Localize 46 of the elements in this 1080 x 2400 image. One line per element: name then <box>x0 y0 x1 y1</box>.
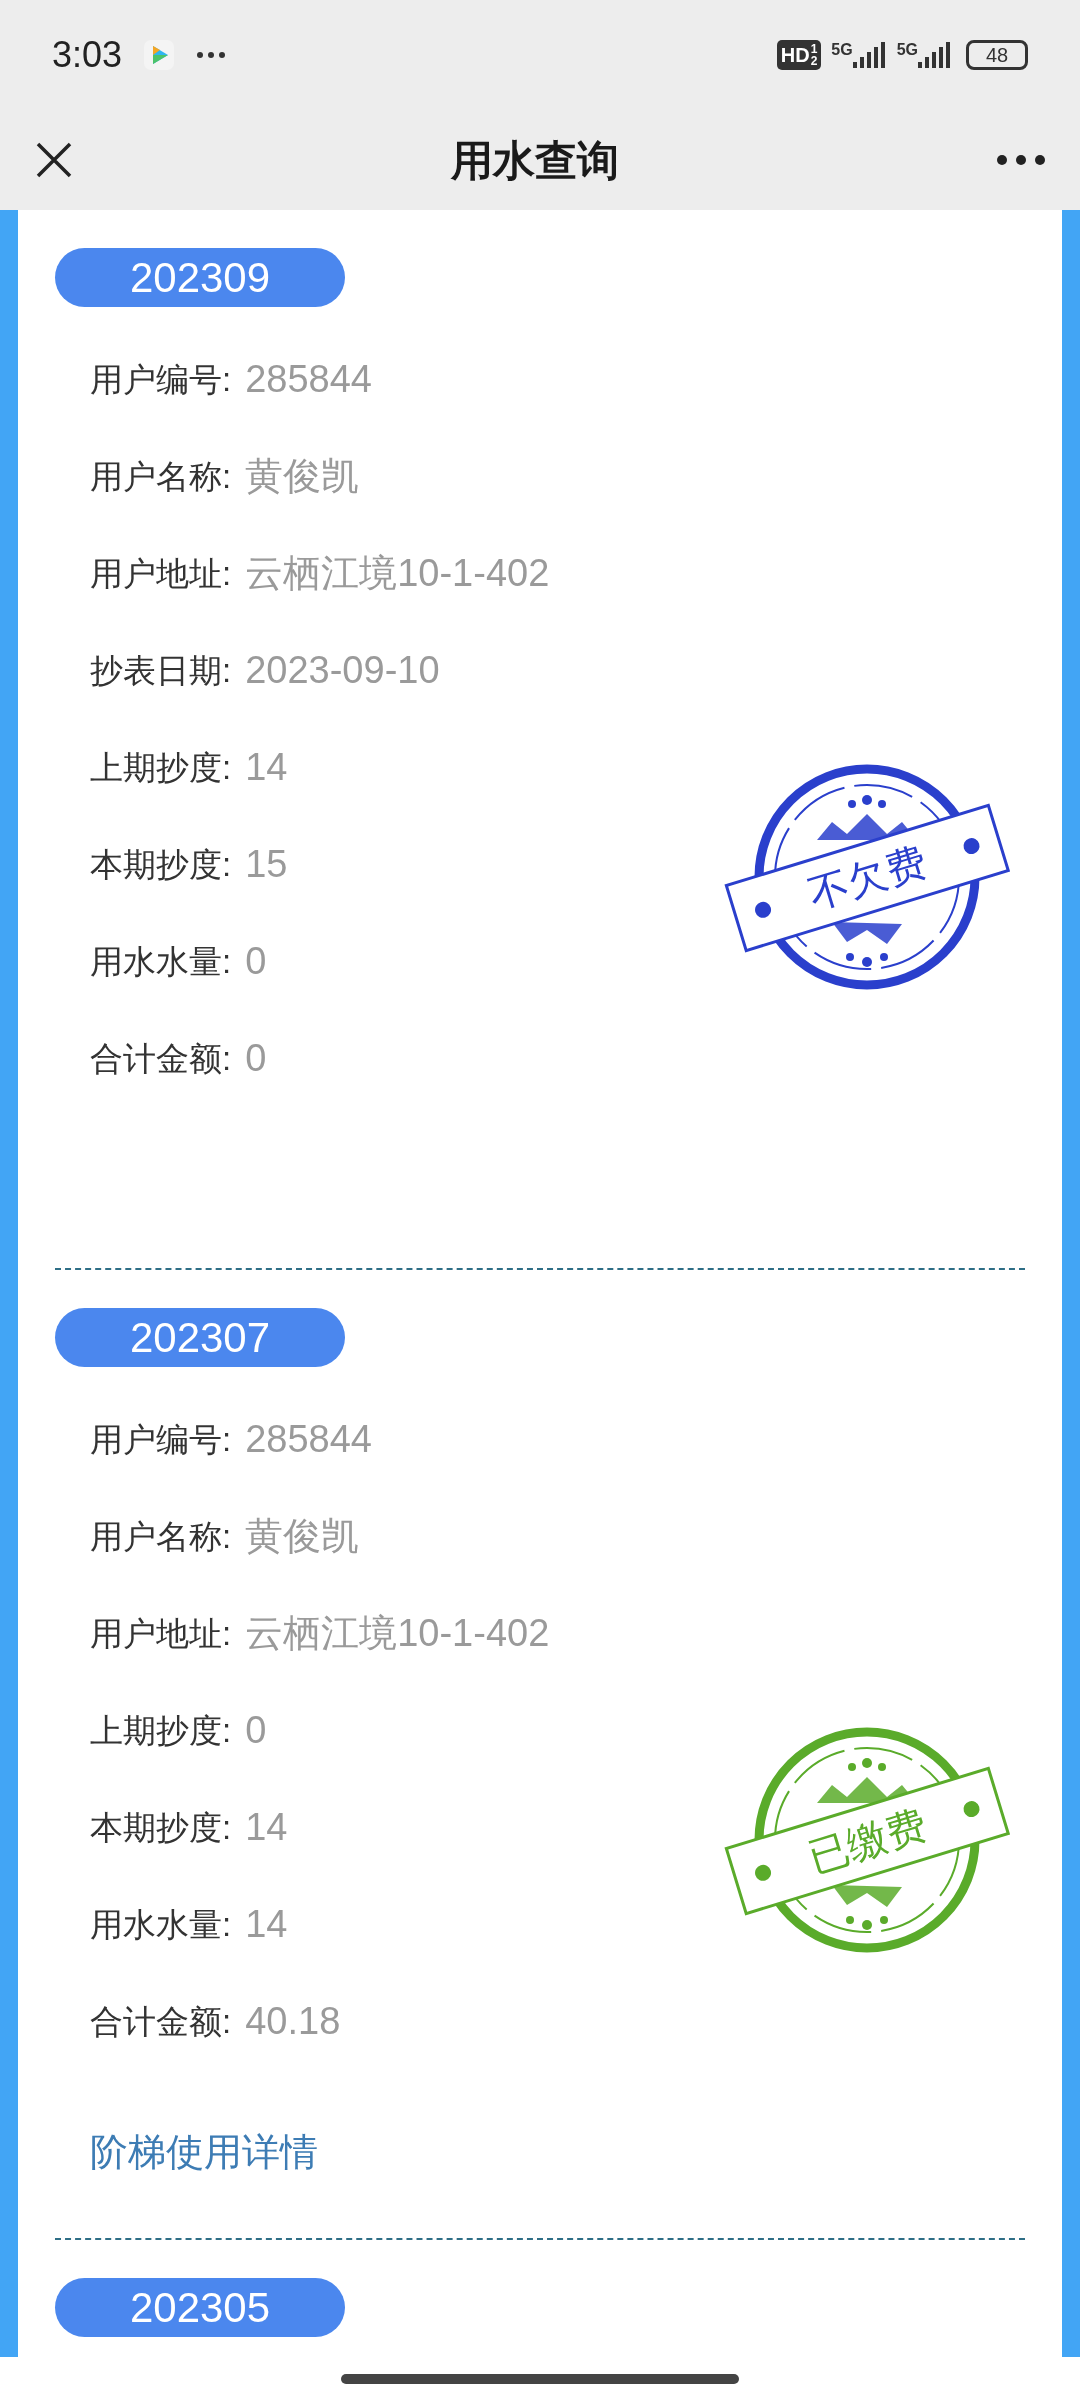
field-value: 285844 <box>245 1417 372 1462</box>
field-label: 合计金额: <box>90 1038 232 1079</box>
page-title: 用水查询 <box>451 135 619 186</box>
field-label: 用户编号: <box>90 359 232 400</box>
close-icon[interactable] <box>34 140 74 180</box>
field-label: 抄表日期: <box>90 650 232 691</box>
field-value: 14 <box>245 1902 288 1947</box>
field-label: 上期抄度: <box>90 1710 232 1751</box>
tier-usage-link[interactable]: 阶梯使用详情 <box>90 2124 318 2181</box>
network-label: 5G <box>896 42 918 58</box>
field-value: 0 <box>245 1708 267 1753</box>
signal-icon <box>852 42 887 68</box>
field-value: 15 <box>245 842 288 887</box>
field-value: 0 <box>245 939 267 984</box>
period-badge: 202307 <box>55 1308 345 1367</box>
field-label: 本期抄度: <box>90 1807 232 1848</box>
signal-icon <box>918 42 952 68</box>
period-badge: 202309 <box>55 248 345 307</box>
more-icon[interactable] <box>996 154 1046 166</box>
field-label: 用户地址: <box>90 553 232 594</box>
more-icon <box>196 51 227 59</box>
field-label: 合计金额: <box>90 2001 232 2042</box>
field-label: 用水水量: <box>90 941 232 982</box>
home-indicator[interactable] <box>341 2373 739 2384</box>
field-value: 40.18 <box>245 1999 341 2044</box>
field-label: 用户名称: <box>90 456 232 497</box>
field-value: 0 <box>245 1036 267 1081</box>
field-value: 14 <box>245 1805 288 1850</box>
period-badge: 202305 <box>55 2278 345 2337</box>
field-value: 2023-09-10 <box>245 648 440 693</box>
network-label: 5G <box>831 42 853 58</box>
field-label: 用户地址: <box>90 1613 232 1654</box>
field-value: 黄俊凯 <box>245 1514 360 1559</box>
field-value: 14 <box>245 745 288 790</box>
field-value: 285844 <box>245 357 372 402</box>
field-label: 用户编号: <box>90 1419 232 1460</box>
field-label: 上期抄度: <box>90 747 232 788</box>
field-label: 本期抄度: <box>90 844 232 885</box>
status-time: 3:03 <box>52 33 123 77</box>
battery-indicator: 48 <box>966 40 1028 70</box>
field-label: 用水水量: <box>90 1904 232 1945</box>
field-value: 黄俊凯 <box>245 454 360 499</box>
app-icon <box>144 40 175 70</box>
field-value: 云栖江境10-1-402 <box>245 1611 550 1656</box>
field-label: 用户名称: <box>90 1516 232 1557</box>
field-value: 云栖江境10-1-402 <box>245 551 550 596</box>
